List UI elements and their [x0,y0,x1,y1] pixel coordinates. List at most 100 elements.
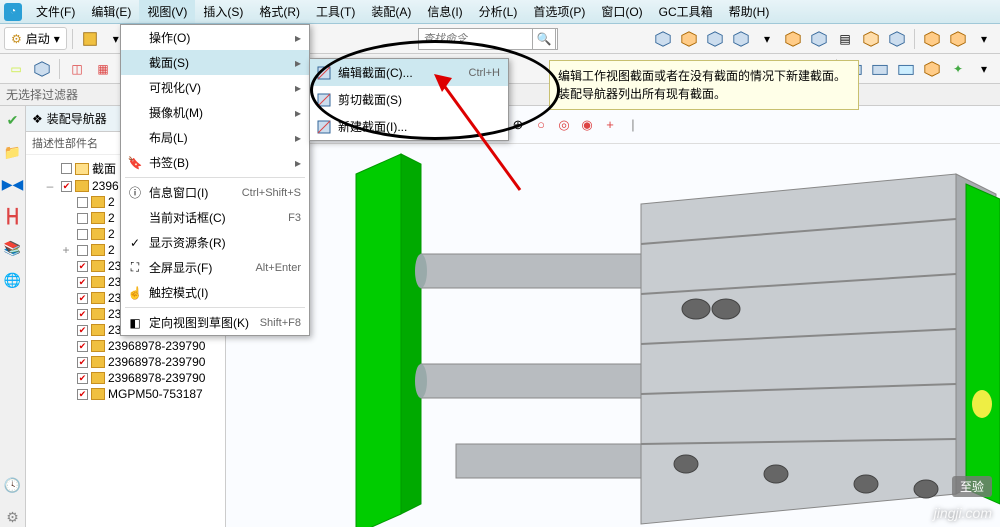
tb-cube8[interactable] [859,27,883,51]
tb2-sel2[interactable]: ▦ [91,57,115,81]
part-icon [91,276,105,288]
checkbox[interactable] [77,197,88,208]
menu-item[interactable]: 布局(L)▸ [121,125,309,150]
menu-item-icon: ⓘ [127,185,143,201]
menu-info[interactable]: 信息(I) [419,0,470,23]
launch-button[interactable]: ⚙ 启动 ▾ [4,27,67,50]
tb-cube10[interactable] [920,27,944,51]
strip-marker-icon[interactable]: ▶◀ [3,174,23,194]
vp-plus-icon[interactable]: + [600,115,620,135]
tree-label: MGPM50-753187 [108,387,203,401]
shortcut-label: Ctrl+H [469,67,500,79]
menu-insert[interactable]: 插入(S) [195,0,251,23]
strip-globe-icon[interactable]: 🌐 [3,270,23,290]
checkbox[interactable]: ✔ [77,341,88,352]
tb2-rect[interactable]: ▭ [4,57,28,81]
part-icon [91,308,105,320]
menu-item[interactable]: 截面(S)▸ [121,50,309,75]
submenu-item[interactable]: 剪切截面(S) [310,86,508,113]
menu-item[interactable]: 🔖书签(B)▸ [121,150,309,175]
tb-cube9[interactable] [885,27,909,51]
tree-row[interactable]: ✔ MGPM50-753187 [28,386,223,402]
menu-item[interactable]: 摄像机(M)▸ [121,100,309,125]
tb-cube2[interactable] [677,27,701,51]
3d-canvas[interactable] [226,144,1000,527]
menu-prefs[interactable]: 首选项(P) [525,0,593,23]
checkbox[interactable]: ✔ [77,373,88,384]
checkbox[interactable] [77,245,88,256]
menu-file[interactable]: 文件(F) [28,0,83,23]
checkbox[interactable]: ✔ [77,293,88,304]
nav-toggle-icon[interactable]: ❖ [32,112,43,126]
tree-row[interactable]: ✔23968978-239790 [28,370,223,386]
menu-gctoolbox[interactable]: GC工具箱 [651,0,721,23]
menu-view[interactable]: 视图(V) [139,0,195,23]
tb2-sel1[interactable]: ◫ [65,57,89,81]
menu-item-label: 摄像机(M) [149,104,203,121]
menu-edit[interactable]: 编辑(E) [83,0,139,23]
checkbox[interactable] [77,229,88,240]
menu-assembly[interactable]: 装配(A) [363,0,419,23]
tb-cube1[interactable] [651,27,675,51]
checkbox[interactable] [61,163,72,174]
submenu-item[interactable]: 编辑截面(C)...Ctrl+H [310,59,508,86]
search-go-button[interactable]: 🔍 [532,28,556,50]
submenu-item[interactable]: 新建截面(I)... [310,113,508,140]
tb-layers[interactable]: ▤ [833,27,857,51]
menu-item[interactable]: ☝触控模式(I) [121,280,309,305]
tree-row[interactable]: ✔23968978-239790 [28,354,223,370]
tb-cube11[interactable] [946,27,970,51]
checkbox[interactable]: ✔ [77,261,88,272]
checkbox[interactable]: ✔ [77,389,88,400]
menu-item[interactable]: ⓘ信息窗口(I)Ctrl+Shift+S [121,180,309,205]
menu-item[interactable]: 当前对话框(C)F3 [121,205,309,230]
menu-item[interactable]: ⛶全屏显示(F)Alt+Enter [121,255,309,280]
checkbox[interactable]: ✔ [77,325,88,336]
tb-cube3[interactable] [703,27,727,51]
menu-item[interactable]: ✓显示资源条(R) [121,230,309,255]
tree-row[interactable]: ✔ 23968978-239790 [28,338,223,354]
tb-cube12[interactable]: ▾ [972,27,996,51]
menu-analysis[interactable]: 分析(L) [471,0,526,23]
strip-check-icon[interactable]: ✔ [3,110,23,130]
tb2-r8[interactable] [868,57,892,81]
menu-format[interactable]: 格式(R) [251,0,308,23]
menu-window[interactable]: 窗口(O) [593,0,650,23]
tb2-cube[interactable] [30,57,54,81]
strip-settings-icon[interactable]: ⚙ [3,507,23,527]
tb-cube6[interactable] [781,27,805,51]
strip-books-icon[interactable]: 📚 [3,238,23,258]
expand-icon[interactable]: + [58,243,74,257]
menu-item[interactable]: 操作(O)▸ [121,25,309,50]
strip-clock-icon[interactable]: 🕓 [3,475,23,495]
menu-item[interactable]: ◧定向视图到草图(K)Shift+F8 [121,310,309,335]
vp-vline-icon[interactable]: | [623,115,643,135]
vp-circ2-icon[interactable]: ◎ [554,115,574,135]
checkbox[interactable]: ✔ [77,357,88,368]
tb-cube4[interactable] [729,27,753,51]
checkbox[interactable]: ✔ [77,277,88,288]
menu-item[interactable]: 可视化(V)▸ [121,75,309,100]
strip-nav-icon[interactable]: 📁 [3,142,23,162]
vp-circ3-icon[interactable]: ◉ [577,115,597,135]
tb2-r9[interactable] [894,57,918,81]
checkbox[interactable]: ✔ [77,309,88,320]
menu-help[interactable]: 帮助(H) [721,0,778,23]
tb2-star[interactable]: ✦ [946,57,970,81]
checkbox[interactable]: ✔ [61,181,72,192]
tb-new[interactable] [78,27,102,51]
tb-cube5[interactable]: ▾ [755,27,779,51]
tb2-cubes[interactable] [920,57,944,81]
menu-tools[interactable]: 工具(T) [308,0,363,23]
tb-cube7[interactable] [807,27,831,51]
menu-item-label: 可视化(V) [149,79,201,96]
tb2-dd[interactable]: ▾ [972,57,996,81]
vp-target-icon[interactable]: ⊕ [508,115,528,135]
menu-item-label: 触控模式(I) [149,284,208,301]
strip-bar-icon[interactable]: ┣┫ [3,206,23,226]
vp-circ1-icon[interactable]: ○ [531,115,551,135]
checkbox[interactable] [77,213,88,224]
tree-label: 23968978-239790 [108,339,205,353]
section-submenu: 编辑截面(C)...Ctrl+H剪切截面(S)新建截面(I)... [309,58,509,141]
expand-icon[interactable]: – [42,179,58,193]
